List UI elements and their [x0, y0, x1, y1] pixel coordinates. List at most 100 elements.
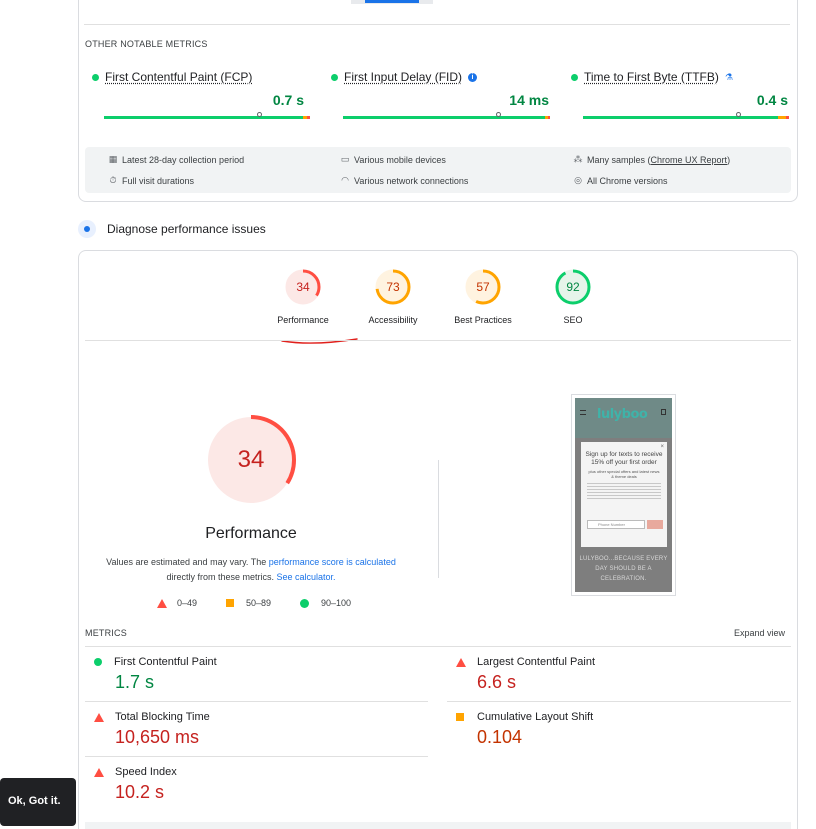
pass-circle-icon [300, 598, 309, 608]
estimate-disclaimer: Values are estimated and may vary. The p… [106, 557, 396, 582]
metric-fcp-value: 1.7 s [115, 672, 155, 692]
info-chrome-versions: ◎ All Chrome versions [572, 175, 667, 186]
tab-performance[interactable]: 34 Performance [258, 268, 348, 325]
signup-popup: × Sign up for texts to receive 15% off y… [581, 442, 667, 547]
accessibility-gauge: 73 [374, 268, 412, 306]
calendar-icon: ▦ [108, 154, 118, 164]
expand-view-toggle[interactable]: Expand view [734, 628, 785, 638]
flask-icon[interactable]: ⚗ [725, 72, 733, 83]
info-samples: ⁂ Many samples (Chrome UX Report) [573, 154, 731, 165]
accessibility-tab-label: Accessibility [368, 315, 418, 325]
metric-tbt-value: 10,650 ms [115, 727, 200, 747]
fail-triangle-icon [157, 598, 167, 608]
divider [438, 460, 439, 578]
menu-icon [580, 410, 586, 415]
ttfb-marker [736, 112, 741, 117]
divider [447, 701, 791, 702]
fcp-marker [257, 112, 262, 117]
average-square-icon [226, 599, 234, 607]
metric-cls: Cumulative Layout Shift 0.104 [456, 711, 776, 748]
site-tagline: LULYBOO...BECAUSE EVERY DAY SHOULD BE A … [579, 556, 668, 582]
cookie-toast[interactable]: Ok, Got it. [0, 778, 76, 826]
best-practices-score: 57 [476, 280, 490, 294]
pass-dot-icon [331, 73, 338, 81]
field-metric-ttfb: Time to First Byte (TTFB) ⚗ 0.4 s [571, 70, 789, 119]
popup-submit [647, 520, 663, 529]
popup-title: Sign up for texts to receive 15% off you… [585, 451, 663, 466]
fail-triangle-icon [94, 767, 104, 777]
best-practices-gauge: 57 [464, 268, 502, 306]
performance-main-score: 34 [237, 446, 265, 473]
metric-speed-index: Speed Index 10.2 s [94, 766, 414, 803]
performance-main-label: Performance [205, 525, 297, 542]
tab-accessibility[interactable]: 73 Accessibility [348, 268, 438, 325]
pass-dot-icon [571, 73, 578, 81]
field-metric-fcp: First Contentful Paint (FCP) 0.7 s [92, 70, 310, 119]
pass-dot-icon [92, 73, 99, 81]
ttfb-label[interactable]: Time to First Byte (TTFB) [584, 70, 719, 84]
tab-seo[interactable]: 92 SEO [528, 268, 618, 325]
timer-icon: ⏱ [109, 175, 117, 185]
fail-triangle-icon [94, 712, 104, 722]
tab-best-practices[interactable]: 57 Best Practices [438, 268, 528, 325]
chrome-icon: ◎ [574, 175, 582, 185]
diagnose-title: Diagnose performance issues [107, 222, 266, 236]
legend-pass: 90–100 [300, 598, 351, 608]
fail-triangle-icon [456, 657, 466, 667]
fid-value: 14 ms [509, 92, 549, 108]
seo-gauge: 92 [554, 268, 592, 306]
best-practices-tab-label: Best Practices [454, 315, 512, 325]
legend-average: 50–89 [226, 598, 271, 608]
performance-tab-label: Performance [277, 315, 329, 325]
divider [84, 24, 790, 25]
fcp-distribution-bar [104, 116, 313, 119]
fid-marker [496, 112, 501, 117]
performance-score: 34 [296, 280, 310, 294]
metric-cls-value: 0.104 [477, 727, 523, 747]
page-screenshot[interactable]: lulyboo × Sign up for texts to receive 1… [571, 394, 676, 596]
chrome-ux-report-link[interactable]: Chrome UX Report [651, 155, 728, 165]
legend-fail: 0–49 [157, 598, 197, 608]
runtime-info-strip [85, 822, 791, 829]
fid-distribution-bar [343, 116, 552, 119]
average-square-icon [456, 713, 464, 721]
info-devices: ▭ Various mobile devices [340, 154, 446, 165]
ttfb-distribution-bar [583, 116, 792, 119]
close-icon: × [660, 444, 664, 450]
field-metric-fid: First Input Delay (FID) i 14 ms [331, 70, 550, 119]
divider [85, 701, 428, 702]
site-logo: lulyboo [597, 407, 648, 422]
seo-tab-label: SEO [563, 315, 583, 325]
info-collection-period: ▦ Latest 28-day collection period [108, 154, 245, 165]
section-label: OTHER NOTABLE METRICS [85, 39, 208, 49]
metric-lcp-value: 6.6 s [477, 672, 517, 692]
pass-circle-icon [94, 658, 102, 666]
lab-data-icon [78, 220, 96, 238]
phone-field: Phone Number [587, 520, 645, 529]
info-icon[interactable]: i [468, 72, 478, 82]
score-calculated-link[interactable]: performance score is calculated [269, 557, 396, 567]
fcp-label[interactable]: First Contentful Paint (FCP) [105, 70, 252, 84]
metrics-label: METRICS [85, 628, 127, 638]
metric-fcp: First Contentful Paint 1.7 s [94, 656, 414, 693]
see-calculator-link[interactable]: See calculator. [276, 572, 335, 582]
info-visit-durations: ⏱ Full visit durations [107, 175, 194, 186]
fid-label[interactable]: First Input Delay (FID) [344, 70, 462, 84]
cart-icon [661, 409, 666, 415]
metric-speed-index-value: 10.2 s [115, 782, 165, 802]
performance-main-gauge: 34 [206, 415, 296, 505]
wifi-icon: ◠ [341, 175, 349, 185]
divider [85, 756, 428, 757]
ok-got-it-button[interactable]: Ok, Got it. [8, 795, 61, 807]
tab-indicator [351, 0, 433, 4]
fcp-value: 0.7 s [272, 92, 304, 108]
devices-icon: ▭ [340, 154, 350, 164]
metric-lcp: Largest Contentful Paint 6.6 s [456, 656, 776, 693]
popup-subtitle: plus other special offers and latest new… [588, 469, 660, 479]
accessibility-score: 73 [386, 280, 400, 294]
ttfb-value: 0.4 s [756, 92, 788, 108]
info-network: ◠ Various network connections [339, 175, 468, 186]
metric-tbt: Total Blocking Time 10,650 ms [94, 711, 414, 748]
divider [85, 646, 791, 647]
performance-gauge: 34 [284, 268, 322, 306]
